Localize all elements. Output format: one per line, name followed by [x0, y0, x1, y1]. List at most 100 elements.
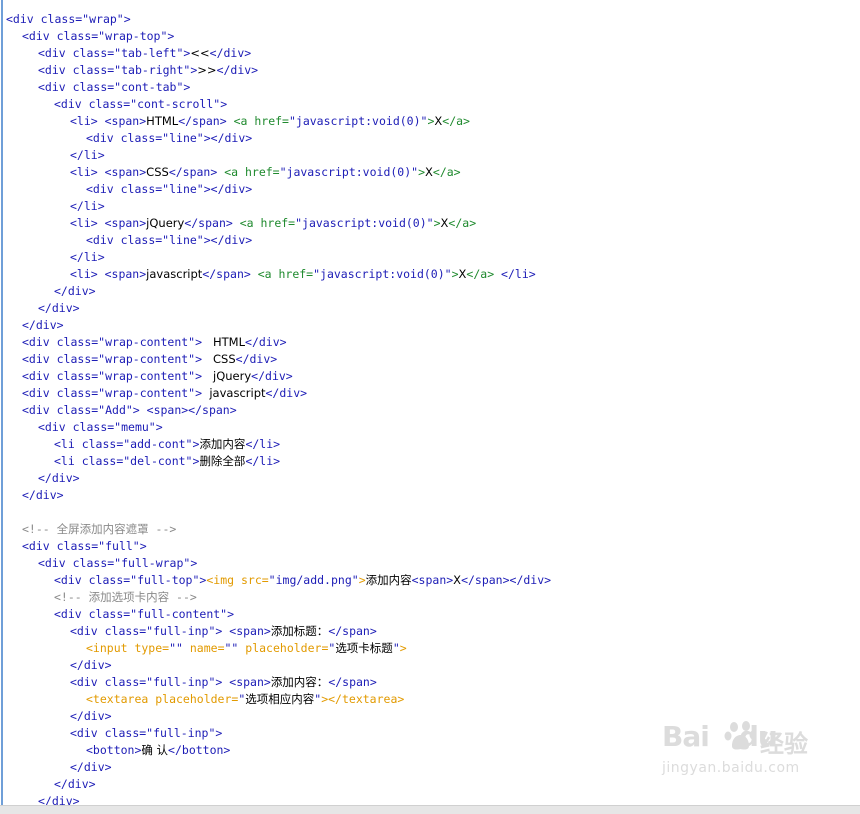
- code-token: >: [195, 369, 203, 383]
- code-token: ": [392, 641, 400, 655]
- code-token: "": [224, 641, 239, 655]
- code-line: <div class="wrap-content"> jQuery</div>: [6, 368, 860, 385]
- code-token: 删除全部: [199, 454, 246, 468]
- code-token: <<: [190, 46, 210, 60]
- code-token: </div>: [38, 301, 80, 315]
- code-token: > <span>: [215, 675, 271, 689]
- code-token: <img src=: [206, 573, 269, 587]
- code-line: </div>: [6, 487, 860, 504]
- code-line: <input type="" name="" placeholder="选项卡标…: [6, 640, 860, 657]
- code-token: <div: [38, 556, 73, 570]
- baidu-jingyan-watermark: Bai du 经验 jingyan.baidu.com: [662, 716, 822, 796]
- code-token: <li> <span>: [70, 216, 147, 230]
- code-token: <!-- 全屏添加内容遮罩 -->: [22, 522, 177, 536]
- code-token: </div>: [265, 386, 308, 400]
- code-token: </div>: [70, 658, 112, 672]
- code-token: <li> <span>: [70, 114, 147, 128]
- code-line: </li>: [6, 147, 860, 164]
- code-token: >: [215, 726, 223, 740]
- code-token: "full-inp": [146, 675, 216, 689]
- code-token: "javascript:void(0)": [295, 216, 434, 230]
- code-token: </div>: [70, 760, 112, 774]
- code-token: name=: [182, 641, 225, 655]
- code-token: class=: [56, 386, 99, 400]
- code-token: </botton>: [168, 743, 231, 757]
- code-token: "wrap": [82, 12, 124, 26]
- horizontal-scrollbar[interactable]: [0, 805, 860, 814]
- code-token: <div: [22, 403, 57, 417]
- code-token: class=: [72, 63, 115, 77]
- code-token: >: [451, 267, 459, 281]
- code-token: <li> <span>: [70, 267, 147, 281]
- watermark-brand: 经验: [760, 730, 808, 758]
- code-token: "full-content": [130, 607, 228, 621]
- code-token: </span>: [178, 114, 234, 128]
- code-token: ></div>: [203, 182, 253, 196]
- code-token: CSS: [146, 165, 169, 179]
- code-line: <div class="memu">: [6, 419, 860, 436]
- code-token: "line": [162, 233, 204, 247]
- code-token: </div>: [235, 352, 278, 366]
- code-token: >: [227, 607, 235, 621]
- code-token: class=: [56, 352, 99, 366]
- code-token: <div: [70, 624, 105, 638]
- code-token: <div: [22, 29, 57, 43]
- code-token: class=: [72, 46, 115, 60]
- code-line: <li> <span>HTML</span> <a href="javascri…: [6, 113, 860, 130]
- code-line: <li class="add-cont">添加内容</li>: [6, 436, 860, 453]
- code-token: >: [155, 420, 163, 434]
- code-token: "wrap-content": [98, 335, 196, 349]
- code-token: "cont-tab": [114, 80, 184, 94]
- code-area[interactable]: <div class="wrap"> <div class="wrap-top">…: [6, 11, 860, 806]
- code-line: <div class="full-top" > <img src="img/add.…: [6, 572, 860, 589]
- code-token: <div: [6, 12, 41, 26]
- code-editor[interactable]: <div class="wrap"> <div class="wrap-top">…: [0, 0, 860, 806]
- code-token: CSS: [202, 352, 236, 366]
- code-line: <div class="cont-tab">: [6, 79, 860, 96]
- code-token: <div: [54, 573, 89, 587]
- code-token: </li>: [70, 199, 105, 213]
- code-token: </li>: [70, 148, 105, 162]
- code-line: <li class="del-cont">删除全部</li>: [6, 453, 860, 470]
- code-token: <div: [38, 80, 73, 94]
- code-token: "full": [98, 539, 140, 553]
- code-line: <li> <span>jQuery</span> <a href="javasc…: [6, 215, 860, 232]
- code-line: <div class="cont-scroll">: [6, 96, 860, 113]
- code-token: <a href=: [233, 114, 289, 128]
- code-token: <div: [22, 386, 57, 400]
- code-token: javascript: [202, 386, 266, 400]
- code-token: </div>: [245, 335, 287, 349]
- code-token: </li>: [70, 250, 105, 264]
- code-line: <!-- 全屏添加内容遮罩 -->: [6, 521, 860, 538]
- code-line: <div class="full-wrap">: [6, 555, 860, 572]
- code-line: </div>: [6, 470, 860, 487]
- code-token: >: [190, 556, 198, 570]
- code-token: class=: [56, 369, 99, 383]
- code-token: <div: [22, 352, 57, 366]
- code-token: >: [418, 165, 426, 179]
- code-token: <div: [38, 46, 73, 60]
- code-token: X: [453, 573, 462, 587]
- code-token: <div: [86, 182, 121, 196]
- code-token: >: [220, 97, 228, 111]
- code-token: HTML: [146, 114, 179, 128]
- code-line: <div class="full-content">: [6, 606, 860, 623]
- code-line: <div class="wrap-top">: [6, 28, 860, 45]
- code-token: >: [433, 216, 441, 230]
- code-token: </a>: [432, 165, 461, 179]
- code-token: >: [167, 29, 175, 43]
- code-token: </li>: [245, 437, 281, 451]
- code-token: class=: [120, 233, 163, 247]
- code-token: "wrap-content": [98, 386, 196, 400]
- code-token: </span>: [328, 675, 377, 689]
- watermark-url: jingyan.baidu.com: [662, 760, 800, 776]
- code-token: 确 认: [141, 743, 169, 757]
- code-token: class=: [56, 539, 99, 553]
- code-token: "line": [162, 182, 204, 196]
- code-token: </div>: [22, 318, 64, 332]
- code-token: class=: [40, 12, 83, 26]
- code-token: class=: [88, 607, 131, 621]
- code-token: class=: [56, 335, 99, 349]
- code-token: "full-top": [130, 573, 200, 587]
- code-token: "del-cont": [123, 454, 193, 468]
